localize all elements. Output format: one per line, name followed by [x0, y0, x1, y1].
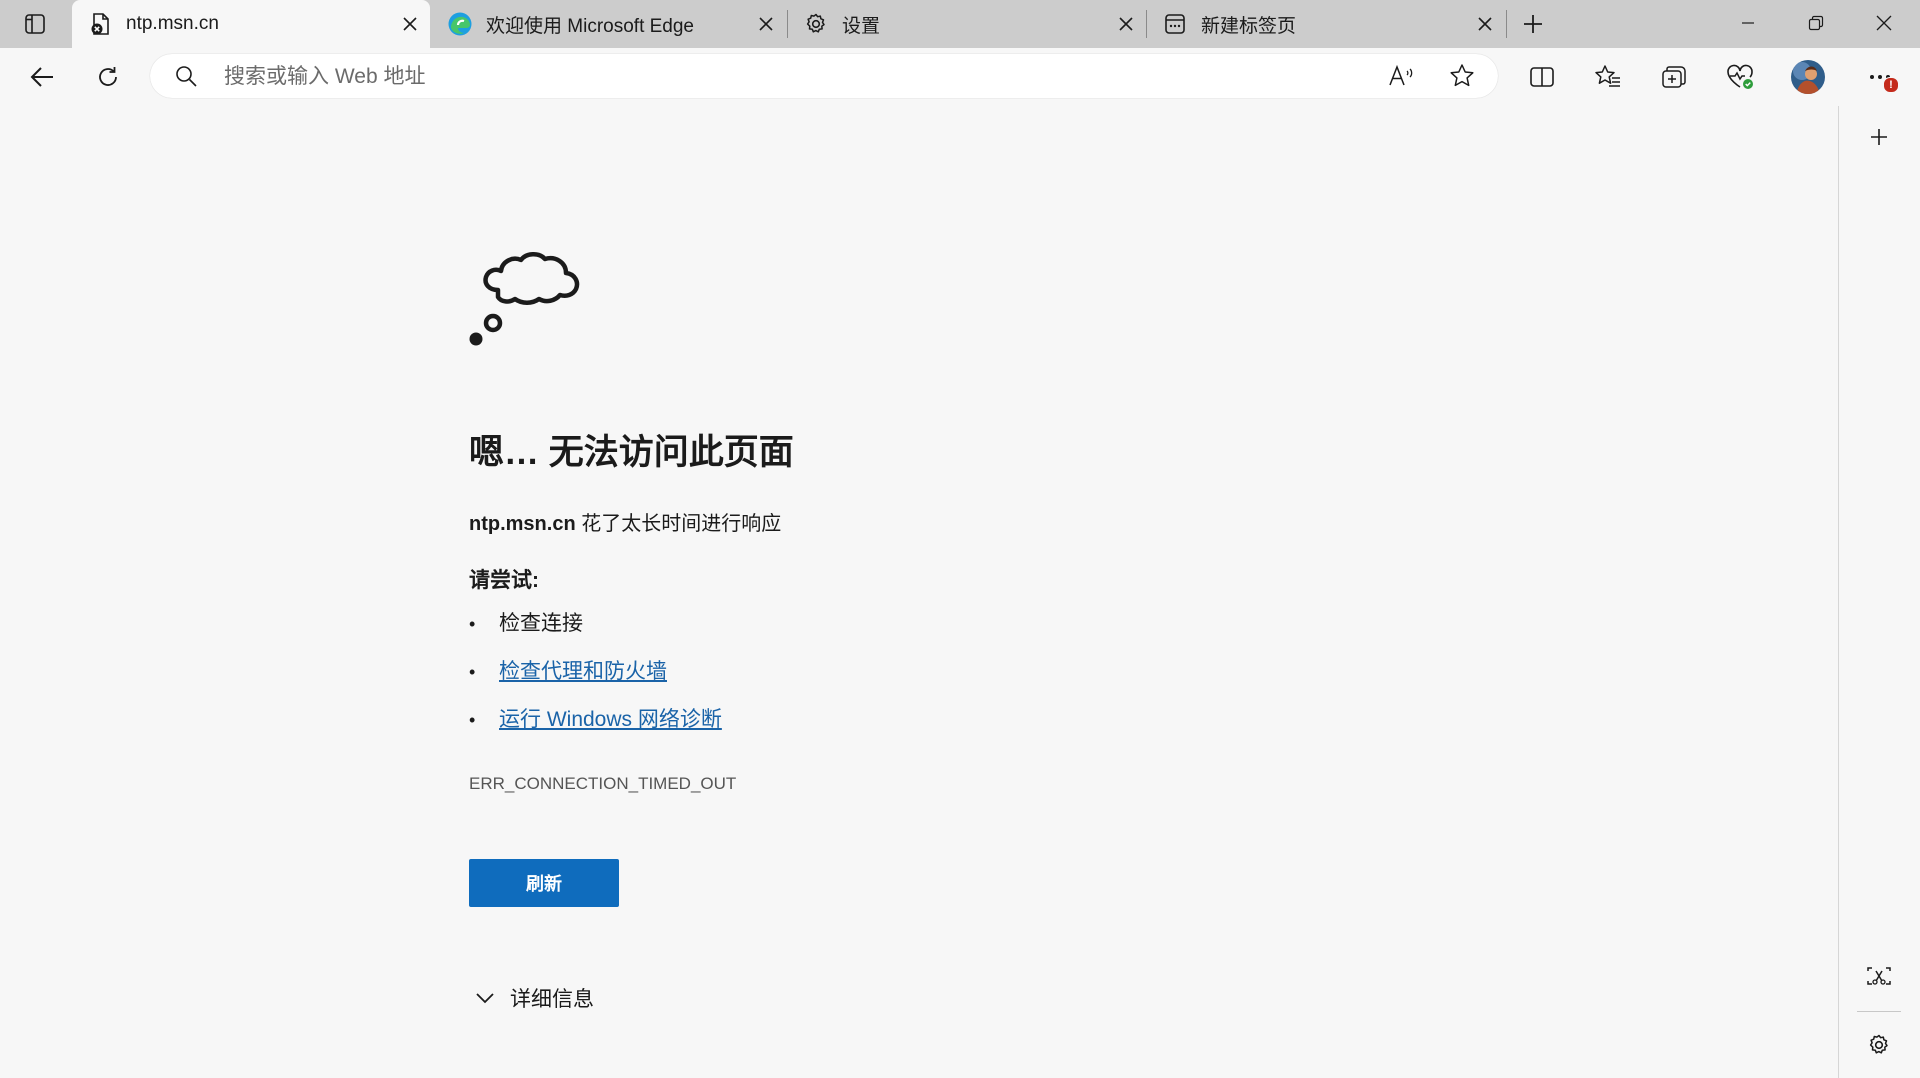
error-host: ntp.msn.cn	[469, 513, 576, 535]
thought-cloud-icon	[469, 252, 580, 346]
restore-button[interactable]	[1782, 0, 1850, 46]
tab-title: 设置	[842, 15, 881, 37]
settings-and-more-button[interactable]: !	[1858, 56, 1902, 98]
tab-title: 新建标签页	[1201, 15, 1297, 37]
notification-badge: !	[1883, 77, 1899, 93]
collections-icon	[1662, 66, 1686, 88]
favorites-button[interactable]	[1586, 56, 1630, 98]
sidebar-settings-button[interactable]	[1858, 1024, 1900, 1066]
edge-logo-icon	[446, 10, 474, 38]
add-favorite-button[interactable]	[1442, 58, 1482, 94]
split-screen-icon	[1530, 67, 1554, 87]
plus-icon	[1524, 15, 1542, 33]
tab-title: ntp.msn.cn	[126, 13, 219, 34]
favorites-icon	[1595, 65, 1620, 87]
minimize-button[interactable]	[1714, 0, 1782, 46]
plus-icon	[1871, 129, 1887, 145]
chevron-down-icon	[470, 992, 500, 1004]
close-tab-icon[interactable]	[1471, 10, 1499, 38]
list-item: 运行 Windows 网络诊断	[469, 696, 722, 744]
favorite-star-icon	[1450, 64, 1474, 87]
close-tab-icon[interactable]	[752, 10, 780, 38]
back-arrow-icon	[30, 67, 53, 87]
tab-actions-icon	[25, 14, 45, 34]
refresh-icon	[99, 67, 117, 86]
gear-icon	[1869, 1034, 1888, 1054]
sidebar-add-button[interactable]	[1858, 116, 1900, 158]
read-aloud-button[interactable]	[1382, 58, 1422, 94]
error-heading: 嗯… 无法访问此页面	[469, 433, 794, 472]
tab-new-tab[interactable]: 新建标签页	[1147, 0, 1505, 48]
error-page-icon	[86, 10, 114, 38]
screenshot-button[interactable]	[1858, 956, 1900, 998]
profile-avatar	[1791, 60, 1825, 94]
navigation-toolbar: !	[0, 48, 1920, 107]
check-proxy-firewall-link[interactable]: 检查代理和防火墙	[499, 660, 667, 683]
close-window-button[interactable]	[1850, 0, 1918, 46]
screenshot-icon	[1867, 967, 1891, 985]
list-item: 检查连接	[469, 600, 722, 648]
browser-essentials-button[interactable]	[1718, 56, 1762, 98]
details-toggle[interactable]: 详细信息	[470, 980, 594, 1016]
close-tab-icon[interactable]	[396, 10, 424, 38]
back-button[interactable]	[20, 56, 64, 98]
minimize-icon	[1742, 22, 1754, 24]
run-network-diagnostics-link[interactable]: 运行 Windows 网络诊断	[499, 708, 722, 731]
new-tab-button[interactable]	[1516, 8, 1550, 40]
sidebar-divider	[1857, 1011, 1901, 1012]
error-message: 花了太长时间进行响应	[575, 513, 782, 535]
tab-strip: ntp.msn.cn 欢迎使用 Microsoft Edge 设置 新建标签页	[0, 0, 1920, 48]
tab-actions-menu-button[interactable]	[13, 8, 57, 40]
reload-button[interactable]	[86, 56, 130, 98]
error-code: ERR_CONNECTION_TIMED_OUT	[469, 774, 737, 793]
tab-settings[interactable]: 设置	[788, 0, 1146, 48]
try-label: 请尝试:	[469, 569, 539, 592]
refresh-button[interactable]: 刷新	[469, 859, 619, 907]
address-input[interactable]	[222, 60, 1326, 94]
list-item: 检查代理和防火墙	[469, 648, 722, 696]
read-aloud-icon	[1389, 64, 1413, 86]
restore-icon	[1808, 15, 1824, 31]
error-description: ntp.msn.cn 花了太长时间进行响应	[469, 507, 781, 536]
details-label: 详细信息	[510, 988, 594, 1011]
tab-welcome-edge[interactable]: 欢迎使用 Microsoft Edge	[432, 0, 786, 48]
collections-button[interactable]	[1652, 56, 1696, 98]
suggestion-check-connection: 检查连接	[499, 612, 583, 635]
tab-title: 欢迎使用 Microsoft Edge	[486, 15, 694, 37]
tab-separator	[1506, 10, 1507, 38]
tab-ntp-msn[interactable]: ntp.msn.cn	[72, 0, 430, 48]
close-icon	[1876, 15, 1892, 31]
new-tab-page-icon	[1161, 10, 1189, 38]
suggestion-list: 检查连接 检查代理和防火墙 运行 Windows 网络诊断	[469, 600, 722, 744]
error-page: 嗯… 无法访问此页面 ntp.msn.cn 花了太长时间进行响应 请尝试: 检查…	[0, 106, 1838, 1078]
sidebar	[1838, 106, 1920, 1078]
search-icon	[176, 66, 197, 87]
close-tab-icon[interactable]	[1112, 10, 1140, 38]
profile-button[interactable]	[1786, 56, 1830, 98]
browser-essentials-icon	[1727, 64, 1753, 89]
address-bar[interactable]	[150, 54, 1498, 98]
gear-icon	[802, 10, 830, 38]
split-screen-button[interactable]	[1520, 56, 1564, 98]
